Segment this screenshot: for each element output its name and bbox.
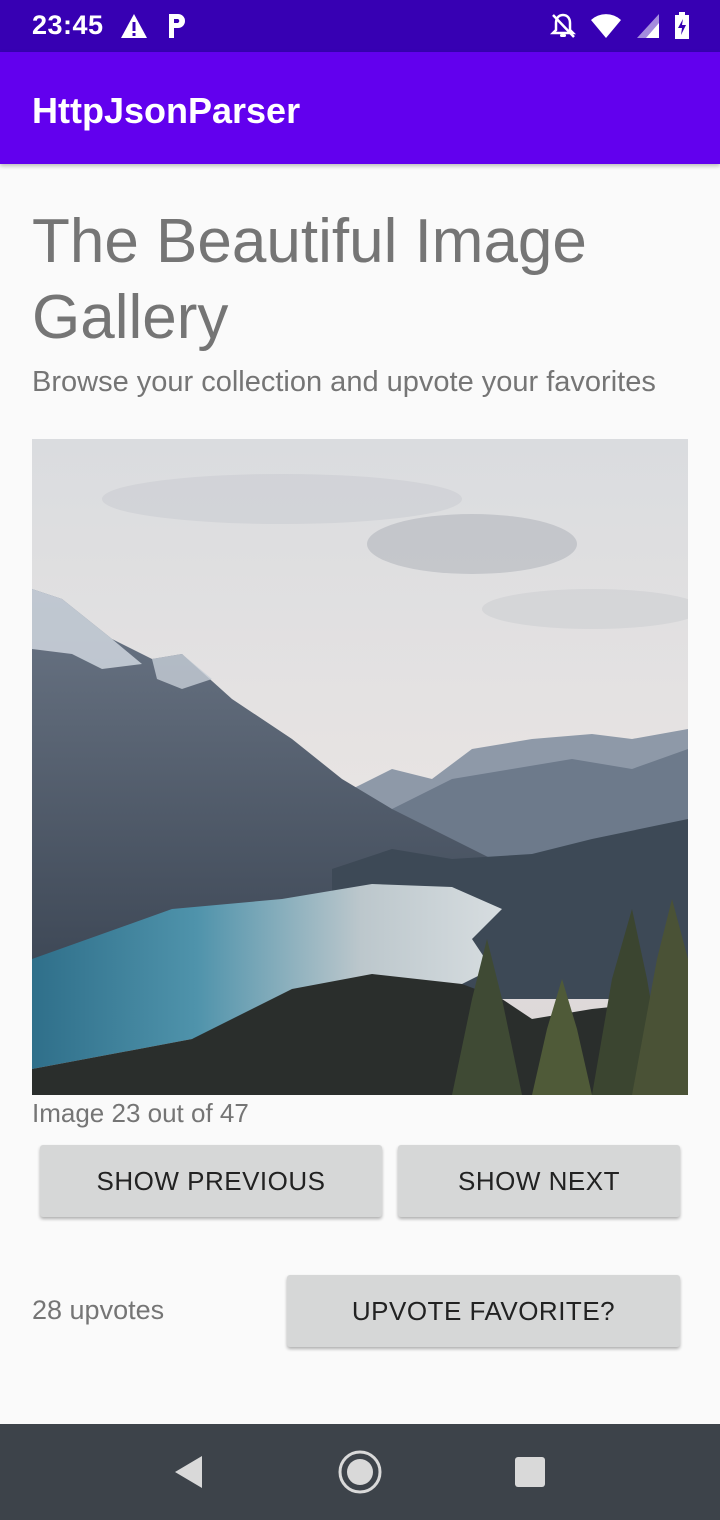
back-icon[interactable]	[165, 1448, 213, 1496]
signal-icon	[636, 13, 660, 44]
status-bar: 23:45	[0, 0, 720, 52]
app-title: HttpJsonParser	[32, 90, 301, 131]
page-subtitle: Browse your collection and upvote your f…	[32, 366, 656, 398]
wifi-icon	[590, 13, 622, 44]
recents-icon[interactable]	[506, 1448, 554, 1496]
show-previous-button[interactable]: SHOW PREVIOUS	[40, 1145, 382, 1217]
app-bar: HttpJsonParser	[0, 52, 720, 164]
gallery-image	[32, 439, 688, 1095]
upvote-favorite-button[interactable]: UPVOTE FAVORITE?	[287, 1275, 680, 1347]
navigation-bar	[0, 1424, 720, 1520]
home-icon[interactable]	[336, 1448, 384, 1496]
page-title: The Beautiful Image Gallery	[32, 207, 587, 352]
image-counter: Image 23 out of 47	[32, 1098, 249, 1128]
gallery-content: The Beautiful Image Gallery Browse your …	[0, 164, 720, 1424]
notifications-off-icon	[549, 12, 577, 45]
show-next-button[interactable]: SHOW NEXT	[398, 1145, 680, 1217]
battery-charging-icon	[674, 12, 690, 45]
warning-icon	[120, 13, 148, 44]
status-time: 23:45	[32, 10, 104, 40]
upvote-count: 28 upvotes	[32, 1295, 165, 1325]
parking-icon	[166, 12, 188, 45]
